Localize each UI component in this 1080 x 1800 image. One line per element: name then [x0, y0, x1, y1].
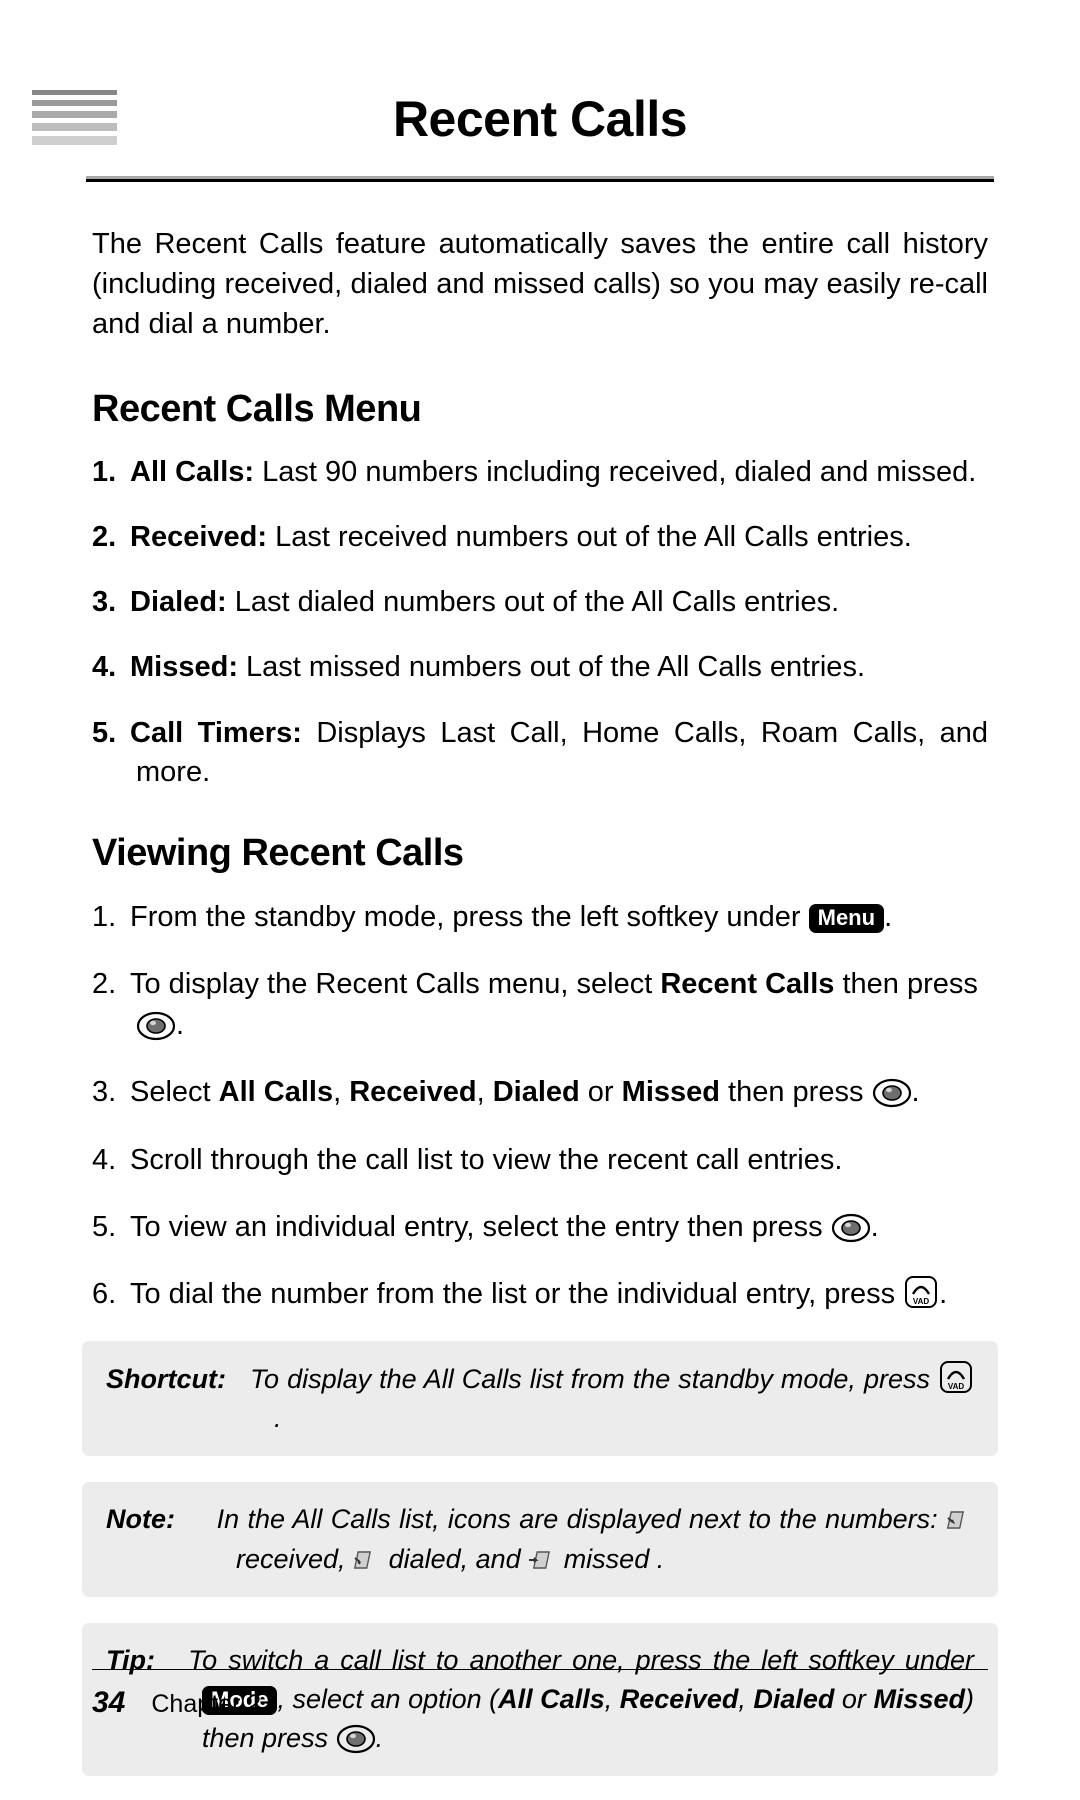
- page-footer: 34 Chapter 2: [92, 1669, 988, 1720]
- page-header: Recent Calls: [92, 90, 988, 166]
- heading-recent-calls-menu: Recent Calls Menu: [92, 388, 988, 431]
- menu-key-icon: Menu: [809, 904, 884, 933]
- list-item: 4.Scroll through the call list to view t…: [92, 1140, 988, 1181]
- received-call-icon: [946, 1508, 974, 1532]
- list-item: 4.Missed: Last missed numbers out of the…: [92, 648, 988, 687]
- ok-button-icon: [336, 1724, 376, 1754]
- list-item: 3.Select All Calls, Received, Dialed or …: [92, 1072, 988, 1113]
- decorative-lines-icon: [32, 90, 117, 145]
- intro-paragraph: The Recent Calls feature automatically s…: [92, 224, 988, 344]
- shortcut-label: Shortcut:: [106, 1364, 226, 1394]
- header-divider: [86, 176, 994, 182]
- list-item: 1.All Calls: Last 90 numbers including r…: [92, 453, 988, 492]
- list-item: 5.Call Timers: Displays Last Call, Home …: [92, 714, 988, 792]
- steps-list: 1.From the standby mode, press the left …: [92, 897, 988, 1315]
- heading-viewing-recent-calls: Viewing Recent Calls: [92, 832, 988, 875]
- note-box: Note: In the All Calls list, icons are d…: [82, 1482, 998, 1596]
- ok-button-icon: [136, 1011, 176, 1041]
- list-item: 2.To display the Recent Calls menu, sele…: [92, 964, 988, 1046]
- list-item: 5.To view an individual entry, select th…: [92, 1207, 988, 1248]
- call-key-icon: VAD: [938, 1359, 974, 1395]
- list-item: 2.Received: Last received numbers out of…: [92, 518, 988, 557]
- call-key-icon: VAD: [903, 1274, 939, 1310]
- page-number: 34: [92, 1686, 125, 1719]
- dialed-call-icon: [353, 1548, 381, 1572]
- svg-text:VAD: VAD: [948, 1382, 965, 1391]
- page-title: Recent Calls: [393, 90, 687, 148]
- chapter-label: Chapter 2: [151, 1690, 261, 1718]
- list-item: 1.From the standby mode, press the left …: [92, 897, 988, 938]
- menu-list: 1.All Calls: Last 90 numbers including r…: [92, 453, 988, 792]
- missed-call-icon: [528, 1548, 556, 1572]
- shortcut-box: Shortcut: To display the All Calls list …: [82, 1341, 998, 1456]
- list-item: 6.To dial the number from the list or th…: [92, 1274, 988, 1315]
- svg-text:VAD: VAD: [913, 1297, 930, 1306]
- ok-button-icon: [872, 1078, 912, 1108]
- note-label: Note:: [106, 1504, 175, 1534]
- list-item: 3.Dialed: Last dialed numbers out of the…: [92, 583, 988, 622]
- ok-button-icon: [831, 1213, 871, 1243]
